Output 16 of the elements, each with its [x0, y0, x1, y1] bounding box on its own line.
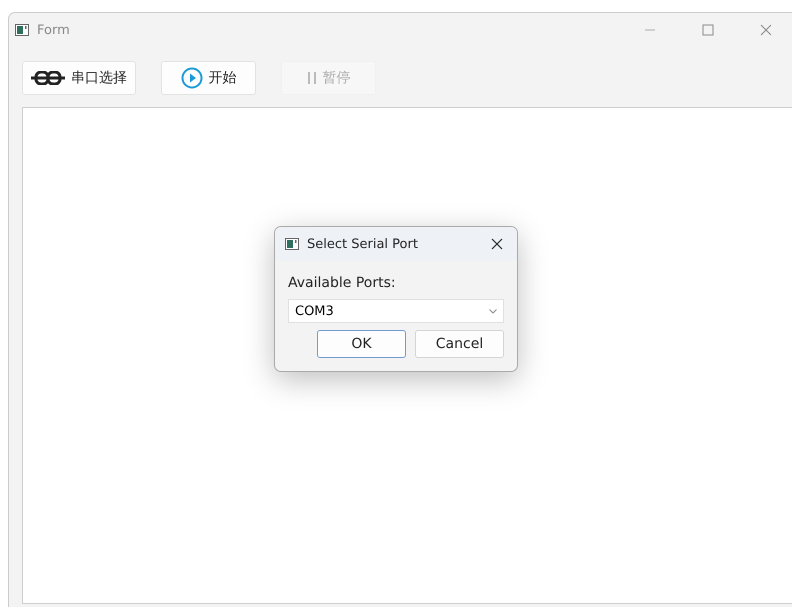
dialog-button[interactable]: OK [317, 330, 406, 358]
window-icon [285, 238, 299, 250]
play-icon [180, 67, 202, 89]
caret-icon [489, 308, 497, 314]
toolbar-button[interactable]: 串口选择 [22, 61, 136, 95]
pause-icon [306, 71, 316, 85]
dialog-title: Select Serial Port [307, 236, 418, 252]
window-title: Form [37, 22, 70, 38]
ports-label: Available Ports: [288, 275, 397, 291]
dialog-button[interactable]: Cancel [415, 330, 504, 358]
window-icon [15, 24, 29, 36]
chain-icon [31, 71, 65, 85]
toolbar-button[interactable]: 开始 [161, 61, 256, 95]
maximize-icon[interactable] [702, 24, 714, 36]
port-dropdown[interactable]: COM3 [288, 299, 504, 323]
close-icon[interactable] [491, 238, 503, 250]
